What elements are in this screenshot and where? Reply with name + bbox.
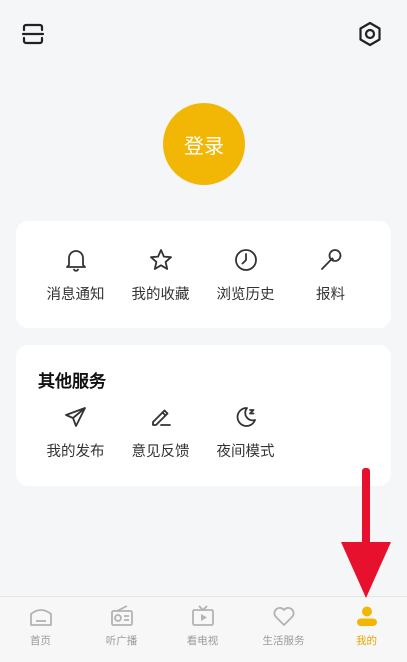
bottom-tab-bar: 首页 听广播 看电视 生活服务 我的: [0, 596, 407, 662]
my-posts-item[interactable]: 我的发布: [33, 404, 118, 461]
favorites-label: 我的收藏: [131, 287, 190, 303]
tab-radio-label: 听广播: [105, 635, 138, 647]
heart-icon: [273, 607, 294, 626]
tab-tv[interactable]: 看电视: [162, 603, 243, 648]
tab-life-services[interactable]: 生活服务: [243, 603, 324, 648]
report-label: 报料: [316, 287, 345, 303]
radio-icon: [110, 605, 133, 626]
history-item[interactable]: 浏览历史: [203, 247, 288, 304]
pencil-icon: [151, 409, 171, 426]
tv-icon: [191, 605, 214, 626]
bell-icon: [65, 250, 86, 272]
my-posts-label: 我的发布: [46, 444, 105, 460]
scan-icon[interactable]: [18, 19, 48, 49]
tab-life-services-label: 生活服务: [262, 635, 305, 647]
star-icon: [149, 249, 172, 270]
notifications-item[interactable]: 消息通知: [33, 247, 118, 304]
night-mode-item[interactable]: 夜间模式: [203, 404, 288, 461]
section-title: 其他服务: [38, 372, 106, 392]
home-icon: [29, 609, 52, 626]
history-label: 浏览历史: [216, 287, 275, 303]
moon-icon: [236, 407, 256, 427]
login-label: 登录: [184, 133, 224, 158]
favorites-item[interactable]: 我的收藏: [118, 247, 203, 304]
notifications-label: 消息通知: [46, 287, 105, 303]
profile-icon: [356, 606, 377, 626]
feedback-item[interactable]: 意见反馈: [118, 404, 203, 461]
report-item[interactable]: 报料: [288, 247, 373, 304]
tab-home[interactable]: 首页: [0, 603, 81, 648]
login-button[interactable]: 登录: [163, 103, 245, 185]
quick-actions-card: 消息通知 我的收藏 浏览历史 报料: [16, 221, 391, 328]
tab-mine-label: 我的: [356, 635, 377, 647]
tab-mine[interactable]: 我的: [326, 603, 407, 648]
settings-icon[interactable]: [355, 19, 385, 49]
tab-radio[interactable]: 听广播: [81, 603, 162, 648]
night-mode-label: 夜间模式: [216, 444, 275, 460]
other-services-card: 其他服务 我的发布 意见反馈 夜间模式: [16, 345, 391, 486]
tab-home-label: 首页: [30, 635, 51, 647]
clock-icon: [234, 249, 257, 271]
microphone-icon: [320, 249, 341, 270]
tab-tv-label: 看电视: [186, 635, 219, 647]
red-arrow-indicator: [341, 468, 391, 598]
feedback-label: 意见反馈: [131, 444, 190, 460]
paper-plane-icon: [64, 407, 86, 427]
